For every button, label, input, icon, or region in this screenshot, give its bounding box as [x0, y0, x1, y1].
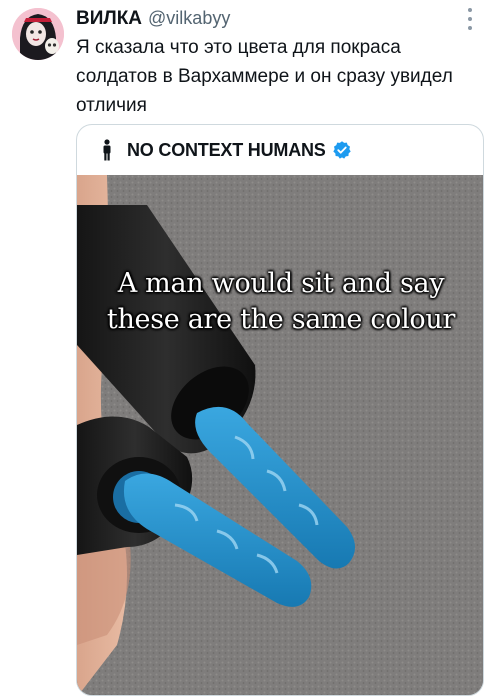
tweet-text: Я сказала что это цвета для покраса солд… — [76, 37, 453, 116]
tweet-header: ВИЛКА @vilkabyy — [76, 6, 451, 31]
avatar[interactable] — [12, 8, 64, 60]
person-standing-icon — [103, 139, 111, 161]
avatar-image — [12, 8, 64, 60]
display-name[interactable]: ВИЛКА — [76, 7, 142, 31]
quoted-tweet-header: NO CONTEXT HUMANS — [77, 125, 483, 175]
user-handle[interactable]: @vilkabyy — [148, 6, 230, 30]
quoted-media[interactable]: A man would sit and say these are the sa… — [77, 175, 483, 695]
more-vertical-icon[interactable] — [465, 8, 475, 30]
media-caption-line-2: these are the same colour — [106, 304, 456, 335]
quoted-account-name[interactable]: NO CONTEXT HUMANS — [127, 140, 326, 161]
media-caption-line-1: A man would sit and say — [117, 268, 445, 299]
nail-polish-photo — [77, 175, 483, 695]
quoted-tweet[interactable]: NO CONTEXT HUMANS A man would sit and sa… — [76, 124, 484, 696]
tweet: ВИЛКА @vilkabyy Я сказала что это цвета … — [0, 0, 491, 700]
verified-badge-icon — [332, 141, 351, 159]
